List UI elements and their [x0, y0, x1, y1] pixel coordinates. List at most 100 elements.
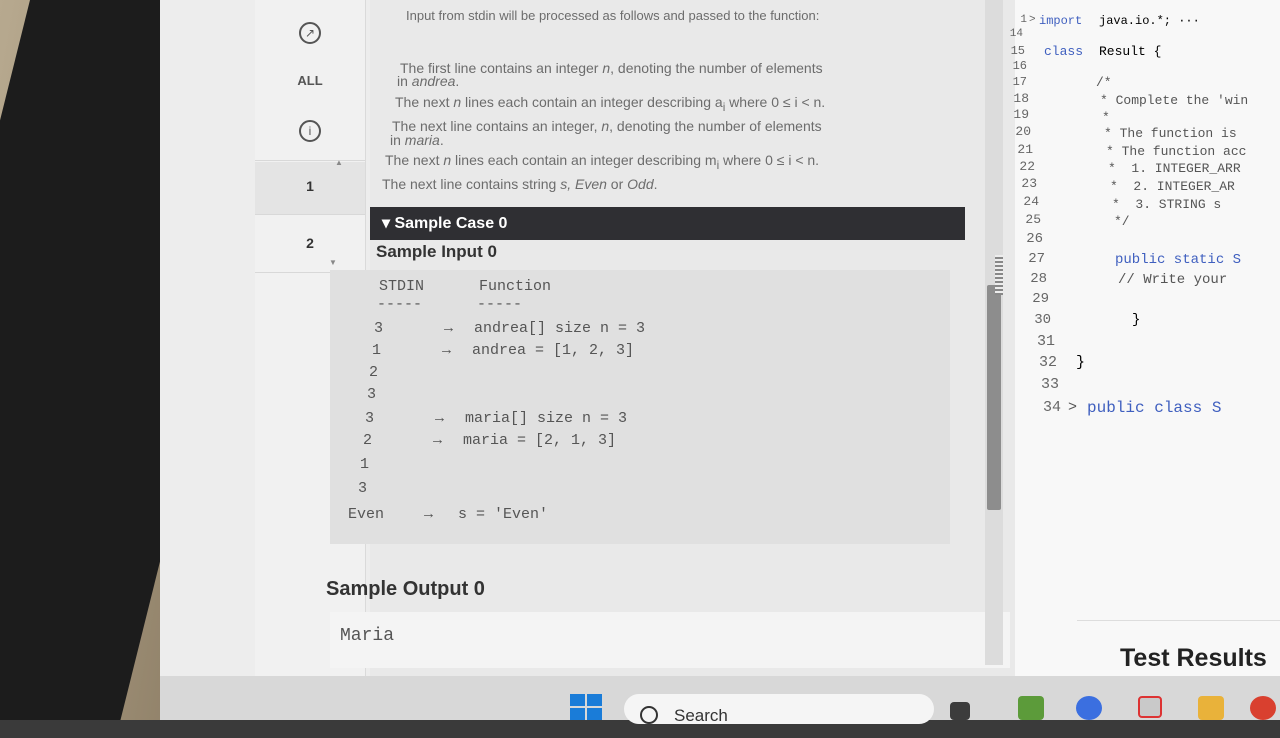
line-number: 33 [1040, 376, 1059, 393]
input-line-1: The first line contains an integer n, de… [400, 60, 823, 76]
line-number: 1 [1020, 14, 1027, 26]
import-statement: java.io.*; ··· [1099, 14, 1200, 28]
line-number: 15 [1010, 44, 1025, 58]
line-number: 20 [1015, 124, 1031, 139]
panel-resize-handle[interactable] [995, 255, 1003, 295]
input-line-7: The next line contains string s, Even or… [382, 176, 658, 192]
caret-down-icon: ▾ [382, 215, 391, 232]
comment-line: * The function acc [1106, 144, 1247, 159]
info-icon: i [299, 120, 321, 142]
start-button[interactable] [570, 694, 602, 720]
windows-logo-icon [570, 708, 585, 720]
sample-input-block: STDIN Function ----- ----- 3 → andrea[] … [330, 270, 950, 544]
stdin-value: 2 [369, 364, 379, 381]
method-declaration: public static S [1115, 252, 1242, 268]
all-label: ALL [297, 73, 323, 88]
search-icon [640, 706, 658, 724]
dash-separator: ----- [477, 296, 523, 313]
question-item-1[interactable]: 1 [255, 162, 365, 214]
stdin-value: 3 [374, 320, 384, 337]
function-header: Function [479, 278, 552, 295]
line-number: 27 [1028, 251, 1045, 267]
info-button[interactable]: i [255, 110, 365, 152]
test-results-tab[interactable]: Test Results [1120, 644, 1267, 673]
comment-line: * 1. INTEGER_ARR [1108, 161, 1241, 176]
line-number: 16 [1012, 59, 1027, 73]
app-icon[interactable] [1018, 696, 1044, 720]
problem-scrollbar-thumb[interactable] [987, 285, 1001, 510]
code-editor[interactable]: 1 > import java.io.*; ··· 14 15 class Re… [1010, 0, 1280, 680]
sample-output-title: Sample Output 0 [326, 578, 485, 600]
fold-icon[interactable]: > [1029, 14, 1036, 26]
line-number: 29 [1032, 291, 1049, 307]
stdin-value: 1 [360, 456, 370, 473]
line-number: 30 [1034, 312, 1051, 328]
input-intro: Input from stdin will be processed as fo… [406, 8, 820, 23]
comment-line: * [1102, 110, 1110, 125]
divider [255, 214, 365, 215]
divider [255, 160, 365, 161]
class-declaration: public class S [1087, 399, 1222, 417]
function-value: maria[] size n = 3 [465, 410, 628, 427]
line-number: 14 [1009, 28, 1023, 40]
sample-output-block: Maria [330, 612, 1010, 668]
screen: ↗ ALL i 1 2 ▲ ▼ Input from stdin will be… [160, 0, 1280, 720]
stdin-value: Even [348, 506, 385, 523]
function-value: maria = [2, 1, 3] [463, 432, 617, 449]
divider [1077, 620, 1280, 621]
import-keyword: import [1039, 14, 1083, 28]
comment-line: */ [1114, 214, 1130, 229]
dash-separator: ----- [377, 296, 423, 313]
line-number: 26 [1026, 231, 1043, 247]
windows-logo-icon [587, 694, 602, 706]
comment-line: * Complete the 'win [1100, 93, 1249, 108]
line-number: 18 [1013, 91, 1029, 106]
comment-line: * 2. INTEGER_AR [1110, 179, 1235, 194]
function-value: andrea = [1, 2, 3] [472, 342, 635, 359]
line-number: 22 [1019, 159, 1035, 174]
sample-input-title: Sample Input 0 [376, 242, 497, 261]
line-number: 17 [1012, 75, 1027, 89]
comment-line: * 3. STRING s [1112, 197, 1222, 212]
line-number: 24 [1023, 194, 1039, 209]
app-icon[interactable] [950, 702, 970, 720]
line-number: 23 [1021, 176, 1037, 191]
input-line-3: The next n lines each contain an integer… [395, 94, 826, 114]
windows-logo-icon [587, 708, 602, 720]
all-questions-button[interactable]: ALL [255, 60, 365, 102]
closing-brace: } [1076, 354, 1086, 371]
chevron-down-icon[interactable]: ▼ [329, 258, 337, 267]
line-number: 25 [1025, 212, 1041, 227]
stdin-value: 3 [367, 386, 377, 403]
todo-comment: // Write your [1118, 272, 1228, 288]
line-number: 21 [1017, 142, 1033, 157]
closing-brace: } [1132, 312, 1141, 328]
stdin-value: 2 [363, 432, 373, 449]
class-declaration: Result { [1099, 44, 1162, 59]
function-value: andrea[] size n = 3 [474, 320, 646, 337]
input-line-2: in andrea. [397, 73, 460, 89]
fold-icon[interactable]: > [1068, 399, 1077, 416]
chat-app-icon[interactable] [1076, 696, 1102, 720]
compass-icon: ↗ [299, 22, 321, 44]
search-placeholder: Search [674, 706, 728, 725]
arrow-icon: → [433, 432, 443, 449]
input-line-6: The next n lines each contain an integer… [385, 152, 820, 172]
function-value: s = 'Even' [458, 506, 549, 523]
chrome-icon[interactable] [1250, 696, 1276, 720]
arrow-icon: → [424, 506, 434, 523]
stdin-value: 1 [372, 342, 382, 359]
comment-line: /* [1096, 75, 1112, 90]
file-explorer-icon[interactable] [1198, 696, 1224, 720]
line-number: 34 [1042, 399, 1061, 416]
taskbar: Search [160, 676, 1280, 725]
sample-output-value: Maria [340, 626, 395, 646]
sample-case-toggle[interactable]: ▾ Sample Case 0 [370, 207, 965, 240]
sample-case-label: Sample Case 0 [394, 215, 508, 232]
compass-button[interactable]: ↗ [255, 12, 365, 54]
chevron-up-icon[interactable]: ▲ [335, 158, 343, 167]
snipping-tool-icon[interactable] [1138, 696, 1162, 718]
class-keyword: class [1044, 44, 1084, 59]
arrow-icon: → [444, 320, 454, 337]
question-item-2[interactable]: 2 [255, 216, 365, 272]
